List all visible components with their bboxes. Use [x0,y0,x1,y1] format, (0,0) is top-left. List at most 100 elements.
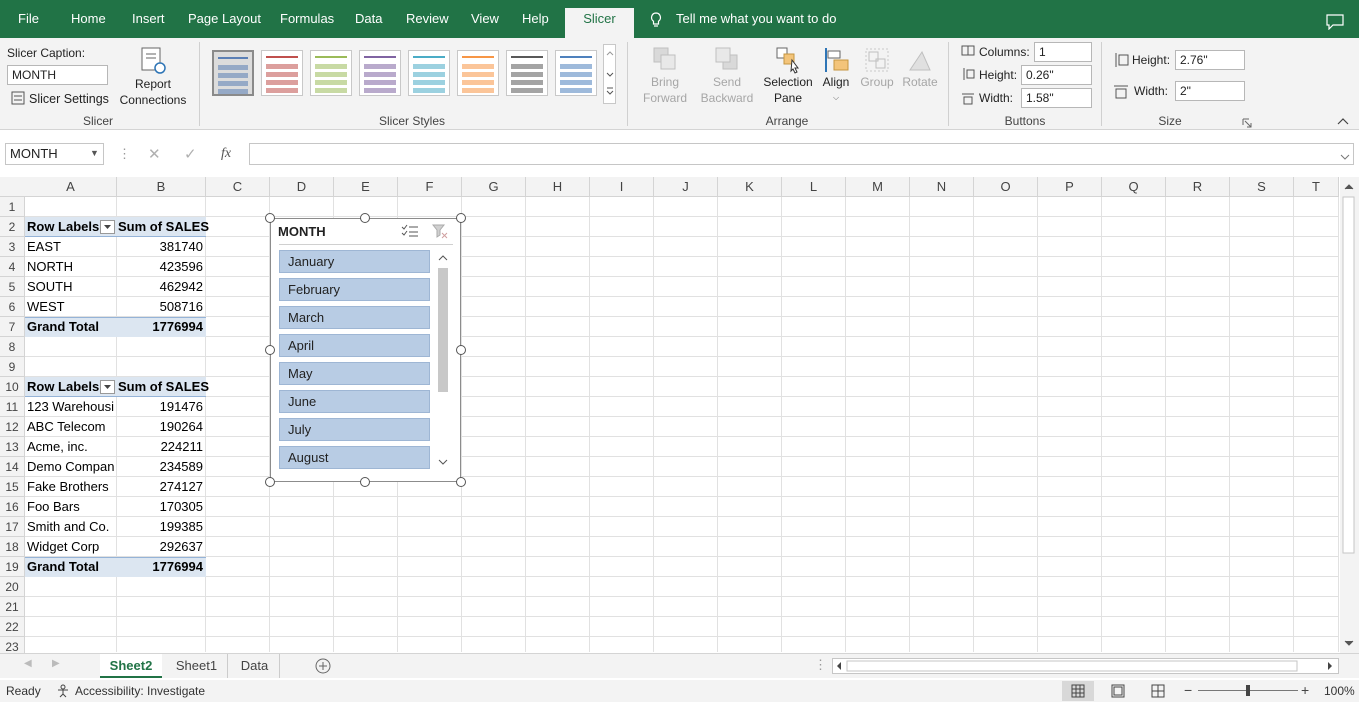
tab-slicer[interactable]: Slicer [565,8,634,38]
filter-dropdown-icon[interactable] [100,380,115,394]
pivot-row-value[interactable]: 170305 [118,497,203,517]
multi-select-icon[interactable] [401,224,419,238]
resize-handle[interactable] [456,477,466,487]
bring-forward-button[interactable]: Bring Forward [636,46,694,106]
resize-handle[interactable] [456,345,466,355]
tab-view[interactable]: View [471,8,499,38]
row-header[interactable]: 15 [0,477,25,497]
button-height-input[interactable]: 0.26" [1021,65,1092,85]
column-header[interactable]: J [654,177,718,197]
pivot-row-label[interactable]: Acme, inc. [27,437,116,457]
pivot-row-value[interactable]: 462942 [118,277,203,297]
columns-input[interactable]: 1 [1034,42,1092,62]
sheet-tab-sheet1[interactable]: Sheet1 [166,654,228,678]
slicer-style-option[interactable] [310,50,352,96]
collapse-ribbon-icon[interactable] [1337,114,1349,125]
page-layout-view-icon[interactable] [1110,684,1126,698]
column-header[interactable]: F [398,177,462,197]
pivot-row-label[interactable]: EAST [27,237,61,257]
vertical-scrollbar[interactable] [1340,177,1359,653]
pivot-row-value[interactable]: 292637 [118,537,203,557]
pivot-row-value[interactable]: 199385 [118,517,203,537]
pivot-row-label[interactable]: Smith and Co. [27,517,116,537]
row-header[interactable]: 2 [0,217,25,237]
shape-height-input[interactable]: 2.76" [1175,50,1245,70]
row-header[interactable]: 5 [0,277,25,297]
tab-home[interactable]: Home [71,8,106,38]
row-header[interactable]: 7 [0,317,25,337]
pivot-row-value[interactable]: 508716 [118,297,203,317]
column-header[interactable]: P [1038,177,1102,197]
pivot-row-label[interactable]: SOUTH [27,277,73,297]
button-width-input[interactable]: 1.58" [1021,88,1092,108]
zoom-slider[interactable] [1198,685,1298,696]
column-header[interactable]: G [462,177,526,197]
pivot-row-value[interactable]: 234589 [118,457,203,477]
add-sheet-icon[interactable] [315,658,331,674]
styles-gallery-scroll[interactable] [603,44,616,104]
report-connections-button[interactable]: Report Connections [116,46,190,108]
column-header[interactable]: H [526,177,590,197]
tell-me-search[interactable]: Tell me what you want to do [676,8,836,30]
pivot-row-value[interactable]: 274127 [118,477,203,497]
pivot-header-sum[interactable]: Sum of SALES [118,377,209,397]
row-header[interactable]: 9 [0,357,25,377]
comments-icon[interactable] [1326,14,1344,31]
slicer-style-option[interactable] [457,50,499,96]
slicer-style-option[interactable] [359,50,401,96]
tab-file[interactable]: File [18,8,39,38]
pivot-row-label[interactable]: WEST [27,297,65,317]
column-header[interactable]: R [1166,177,1230,197]
column-header[interactable]: D [270,177,334,197]
pivot-row-label[interactable]: NORTH [27,257,73,277]
resize-handle[interactable] [360,213,370,223]
accessibility-status[interactable]: Accessibility: Investigate [75,684,205,698]
row-header[interactable]: 14 [0,457,25,477]
slicer-settings-button[interactable]: Slicer Settings [29,92,109,106]
zoom-level[interactable]: 100% [1324,684,1355,698]
horizontal-scrollbar[interactable] [832,658,1339,674]
slicer-caption-input[interactable]: MONTH [7,65,108,85]
insert-function-button[interactable]: fx [221,146,231,162]
slicer-item[interactable]: February [279,278,430,301]
pivot-total-label[interactable]: Grand Total [27,557,99,577]
sheet-tab-sheet2[interactable]: Sheet2 [100,654,162,678]
slicer-style-option[interactable] [555,50,597,96]
clear-filter-icon[interactable] [431,223,448,239]
row-header[interactable]: 12 [0,417,25,437]
resize-handle[interactable] [456,213,466,223]
align-button[interactable]: Align ⌵ [816,46,856,106]
tab-formulas[interactable]: Formulas [280,8,334,38]
column-header[interactable]: O [974,177,1038,197]
pivot-row-value[interactable]: 224211 [118,437,203,457]
rotate-button[interactable]: Rotate [898,46,942,90]
row-header[interactable]: 4 [0,257,25,277]
column-header[interactable]: L [782,177,846,197]
column-header[interactable]: N [910,177,974,197]
pivot-header-row-labels[interactable]: Row Labels [27,377,99,397]
pivot-row-label[interactable]: ABC Telecom [27,417,116,437]
row-header[interactable]: 18 [0,537,25,557]
slicer-scrollbar[interactable] [435,250,451,471]
column-header[interactable]: T [1294,177,1339,197]
resize-handle[interactable] [265,477,275,487]
pivot-header-row-labels[interactable]: Row Labels [27,217,99,237]
row-header[interactable]: 3 [0,237,25,257]
group-button[interactable]: Group [856,46,898,90]
slicer-style-option[interactable] [212,50,254,96]
pivot-row-label[interactable]: 123 Warehousi [27,397,116,417]
pivot-row-label[interactable]: Fake Brothers [27,477,116,497]
prev-sheet-icon[interactable]: ◀ [24,658,32,669]
pivot-total-value[interactable]: 1776994 [118,317,203,337]
row-header[interactable]: 6 [0,297,25,317]
column-header[interactable]: M [846,177,910,197]
row-header[interactable]: 17 [0,517,25,537]
row-header[interactable]: 16 [0,497,25,517]
pivot-row-label[interactable]: Widget Corp [27,537,116,557]
pivot-total-value[interactable]: 1776994 [118,557,203,577]
formula-input[interactable] [249,143,1354,165]
expand-formula-bar-icon[interactable] [1340,149,1350,160]
page-break-view-icon[interactable] [1150,684,1166,698]
zoom-in-icon[interactable]: + [1301,682,1309,698]
zoom-out-icon[interactable]: − [1184,682,1192,698]
